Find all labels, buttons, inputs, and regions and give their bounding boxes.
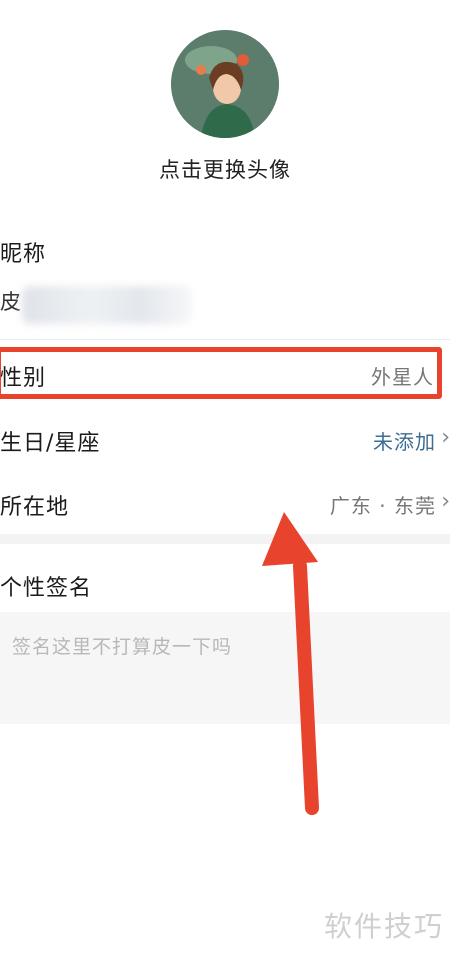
watermark: 软件技巧 [323,910,444,943]
chevron-right-icon: › [441,425,450,450]
nickname-label: 昵称 [0,242,47,267]
nickname-blur [22,286,192,324]
signature-placeholder: 签名这里不打算皮一下吗 [12,636,233,658]
section-gap [0,534,450,544]
annotation-arrow [262,512,319,815]
avatar-image [171,30,279,138]
chevron-right-icon: › [441,489,450,514]
birthday-value: 未添加 [373,430,436,454]
location-value: 广东 · 东莞 [329,494,436,518]
highlight-box [0,347,442,399]
change-avatar-link[interactable]: 点击更换头像 [0,154,450,184]
nickname-value[interactable]: 皮 [0,286,21,316]
birthday-label: 生日/星座 [0,431,101,456]
avatar[interactable] [171,30,279,138]
signature-input[interactable] [0,612,450,724]
location-label: 所在地 [0,495,70,520]
divider [0,339,450,340]
signature-label: 个性签名 [0,576,93,601]
